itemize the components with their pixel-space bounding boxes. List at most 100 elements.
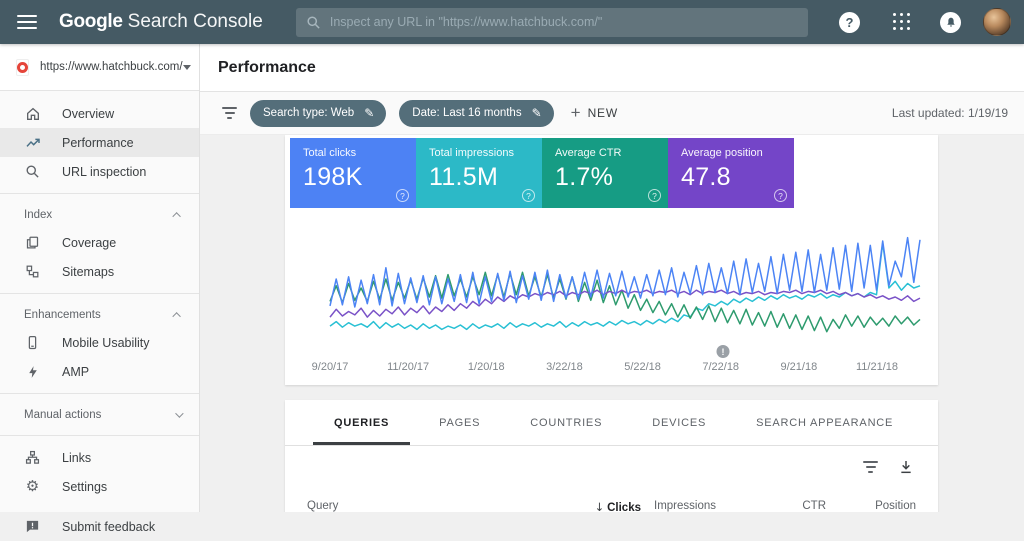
column-impressions[interactable]: Impressions <box>641 500 716 512</box>
plus-icon: + <box>571 103 581 123</box>
apps-grid-icon[interactable] <box>893 13 911 31</box>
x-tick-label: 9/21/18 <box>780 361 817 373</box>
search-type-chip[interactable]: Search type: Web ✎ <box>250 100 386 127</box>
org-tree-icon <box>24 449 41 466</box>
property-selector[interactable]: https://www.hatchbuck.com/ <box>0 44 199 91</box>
chart-annotation-marker[interactable]: ! <box>716 345 729 358</box>
help-badge-icon[interactable]: ? <box>648 189 661 202</box>
sidebar-item-sitemaps[interactable]: Sitemaps <box>0 257 199 286</box>
main-content: Performance Search type: Web ✎ Date: Las… <box>200 44 1024 512</box>
feedback-icon <box>24 518 41 535</box>
logo-product: Search Console <box>128 11 263 32</box>
menu-icon[interactable] <box>17 15 37 29</box>
download-icon[interactable] <box>898 459 914 475</box>
average-position-card[interactable]: Average position 47.8 ? <box>668 138 794 208</box>
top-app-bar: GoogleSearch Console ? <box>0 0 1024 44</box>
sidebar-item-url-inspection[interactable]: URL inspection <box>0 157 199 186</box>
home-icon <box>24 105 41 122</box>
magnifier-icon <box>24 163 41 180</box>
filter-bar: Search type: Web ✎ Date: Last 16 months … <box>200 92 1024 135</box>
sidebar-item-performance[interactable]: Performance <box>0 128 199 157</box>
chart-x-axis: ! 9/20/1711/20/171/20/183/22/185/22/187/… <box>285 349 938 385</box>
dimensions-panel: QUERIES PAGES COUNTRIES DEVICES SEARCH A… <box>285 400 938 512</box>
x-tick-label: 11/20/17 <box>387 361 429 373</box>
lightning-bolt-icon <box>24 363 41 380</box>
divider <box>0 293 199 294</box>
last-updated-text: Last updated: 1/19/19 <box>892 106 1008 120</box>
x-tick-label: 11/21/18 <box>856 361 898 373</box>
performance-panel: Total clicks 198K ? Total impressions 11… <box>285 135 938 385</box>
sidebar: https://www.hatchbuck.com/ Overview Perf… <box>0 44 200 512</box>
chevron-down-icon <box>183 65 191 70</box>
sidebar-section-manual-actions[interactable]: Manual actions <box>0 401 199 428</box>
divider <box>0 435 199 436</box>
series-total-clicks <box>330 238 920 307</box>
sidebar-item-settings[interactable]: ⚙ Settings <box>0 472 199 501</box>
x-tick-label: 1/20/18 <box>468 361 505 373</box>
sort-descending-icon: ↓ <box>594 500 604 512</box>
tab-devices[interactable]: DEVICES <box>627 400 731 445</box>
page-header: Performance <box>200 44 1024 92</box>
content-area: Total clicks 198K ? Total impressions 11… <box>200 135 1024 512</box>
average-ctr-card[interactable]: Average CTR 1.7% ? <box>542 138 668 208</box>
tab-queries[interactable]: QUERIES <box>309 400 414 445</box>
x-tick-label: 9/20/17 <box>312 361 349 373</box>
sidebar-section-index[interactable]: Index <box>0 201 199 228</box>
table-filter-icon[interactable] <box>863 461 878 473</box>
app-logo: GoogleSearch Console <box>59 11 263 33</box>
gear-icon: ⚙ <box>24 478 41 495</box>
sidebar-item-mobile-usability[interactable]: Mobile Usability <box>0 328 199 357</box>
dimension-tabs: QUERIES PAGES COUNTRIES DEVICES SEARCH A… <box>285 400 938 446</box>
search-icon <box>306 15 321 30</box>
table-header-row: Query ↓Clicks Impressions CTR Position <box>285 488 938 512</box>
total-clicks-card[interactable]: Total clicks 198K ? <box>290 138 416 208</box>
sidebar-item-overview[interactable]: Overview <box>0 99 199 128</box>
date-range-chip[interactable]: Date: Last 16 months ✎ <box>399 100 553 127</box>
time-series-chart[interactable]: ! 9/20/17 11/20/17 1/20/18 3/22/18 5/22/18 7/… <box>285 224 938 385</box>
new-filter-button[interactable]: + NEW <box>571 103 618 123</box>
help-icon[interactable]: ? <box>839 12 860 33</box>
tab-countries[interactable]: COUNTRIES <box>505 400 627 445</box>
account-avatar[interactable] <box>983 8 1011 36</box>
topbar-actions: ? <box>839 8 1011 36</box>
divider <box>0 193 199 194</box>
page-title: Performance <box>218 59 316 77</box>
trending-up-icon <box>24 134 41 151</box>
search-input[interactable] <box>330 15 798 29</box>
column-query[interactable]: Query <box>307 500 561 512</box>
x-tick-label: 5/22/18 <box>624 361 661 373</box>
help-badge-icon[interactable]: ? <box>774 189 787 202</box>
performance-chart[interactable] <box>285 224 938 349</box>
total-impressions-card[interactable]: Total impressions 11.5M ? <box>416 138 542 208</box>
sidebar-item-submit-feedback[interactable]: Submit feedback <box>0 512 199 541</box>
sidebar-item-links[interactable]: Links <box>0 443 199 472</box>
smartphone-icon <box>24 334 41 351</box>
x-tick-label: 7/22/18 <box>702 361 739 373</box>
pages-icon <box>24 234 41 251</box>
metric-cards: Total clicks 198K ? Total impressions 11… <box>285 135 938 208</box>
sidebar-section-enhancements[interactable]: Enhancements <box>0 301 199 328</box>
chevron-down-icon <box>175 409 183 417</box>
column-ctr[interactable]: CTR <box>716 500 826 512</box>
url-inspection-searchbox[interactable] <box>296 8 808 37</box>
sidebar-nav: Overview Performance URL inspection Inde… <box>0 91 199 541</box>
tab-pages[interactable]: PAGES <box>414 400 505 445</box>
sitemap-icon <box>24 263 41 280</box>
logo-brand: Google <box>59 11 123 32</box>
column-clicks[interactable]: ↓Clicks <box>561 500 641 512</box>
help-badge-icon[interactable]: ? <box>396 189 409 202</box>
edit-pencil-icon[interactable]: ✎ <box>532 106 542 120</box>
sidebar-item-coverage[interactable]: Coverage <box>0 228 199 257</box>
x-tick-label: 3/22/18 <box>546 361 583 373</box>
notifications-bell-icon[interactable] <box>940 12 961 33</box>
filter-list-icon[interactable] <box>222 107 237 119</box>
help-badge-icon[interactable]: ? <box>522 189 535 202</box>
divider <box>0 393 199 394</box>
column-position[interactable]: Position <box>826 500 916 512</box>
sidebar-item-amp[interactable]: AMP <box>0 357 199 386</box>
edit-pencil-icon[interactable]: ✎ <box>364 106 374 120</box>
tab-search-appearance[interactable]: SEARCH APPEARANCE <box>731 400 918 445</box>
property-favicon-icon <box>16 59 29 76</box>
table-toolbar <box>285 446 938 488</box>
property-url: https://www.hatchbuck.com/ <box>40 61 183 73</box>
